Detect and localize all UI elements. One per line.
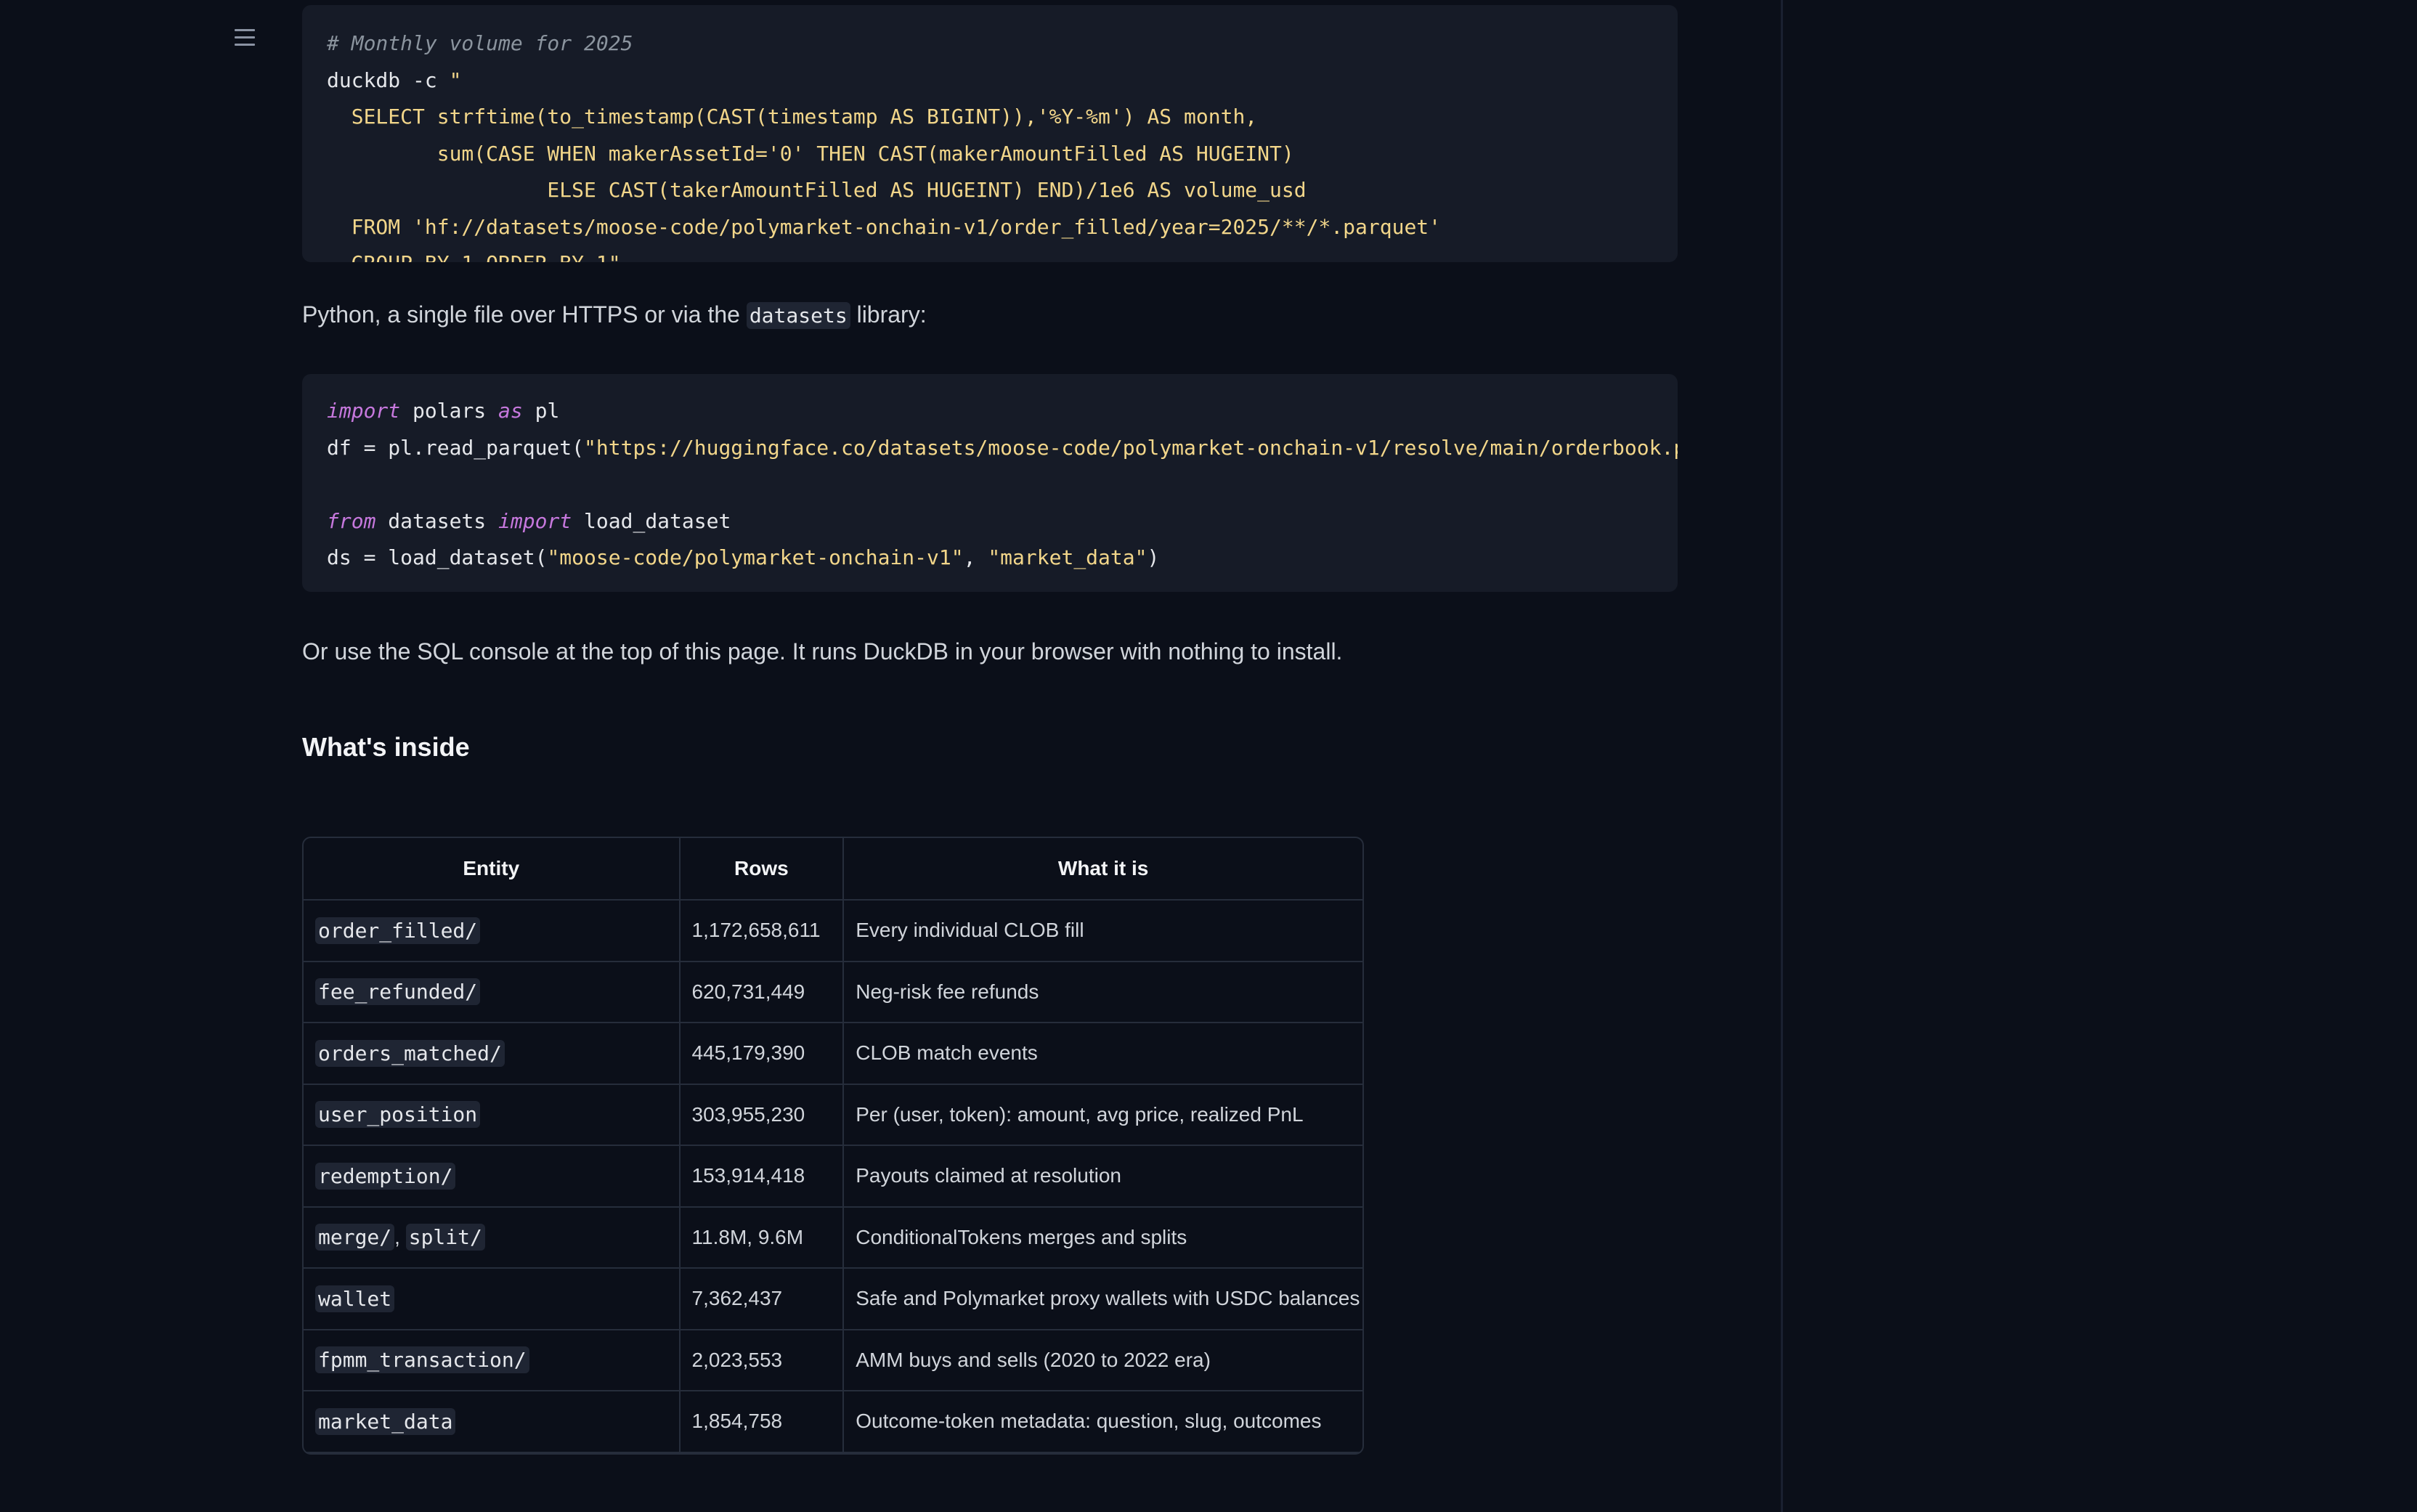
code-line: df = pl.read_parquet("https://huggingfac… [327, 430, 1678, 467]
code-line: FROM 'hf://datasets/moose-code/polymarke… [327, 209, 1678, 246]
description-cell: Neg-risk fee refunds [844, 962, 1362, 1023]
entity-cell: user_position [304, 1084, 681, 1146]
code-line: from datasets import load_dataset [327, 503, 1678, 540]
entity-code: order_filled/ [315, 916, 481, 944]
page-divider [1781, 0, 1783, 1512]
code-token: sum(CASE WHEN makerAssetId='0' THEN CAST… [327, 141, 1294, 166]
menu-icon[interactable] [235, 29, 255, 51]
entity-cell: wallet [304, 1269, 681, 1330]
entity-cell: market_data [304, 1391, 681, 1453]
table-row: order_filled/1,172,658,611 Every individu… [304, 901, 1362, 962]
description-cell: CLOB match events [844, 1023, 1362, 1085]
entity-cell: fee_refunded/ [304, 962, 681, 1023]
code-token: from [327, 508, 376, 533]
entity-code: fee_refunded/ [315, 978, 481, 1006]
table-row: merge/, split/11.8M, 9.6M ConditionalToke… [304, 1207, 1362, 1269]
table-row: fee_refunded/620,731,449 Neg-risk fee ref… [304, 962, 1362, 1023]
rows-cell: 620,731,449 [680, 962, 845, 1023]
entity-code: orders_matched/ [315, 1039, 505, 1067]
table-row: redemption/153,914,418 Payouts claimed at… [304, 1146, 1362, 1208]
section-heading: What's inside [302, 732, 470, 762]
entity-code: fpmm_transaction/ [315, 1346, 529, 1374]
code-token: SELECT strftime(to_timestamp(CAST(timest… [327, 105, 1258, 129]
code-line: SELECT strftime(to_timestamp(CAST(timest… [327, 99, 1678, 136]
table-row: wallet 7,362,437 Safe and Polymarket proxy… [304, 1269, 1362, 1330]
code-token: import [327, 399, 401, 423]
entities-table: Entity Rows What it is order_filled/1,17… [302, 837, 1364, 1455]
code-line: duckdb -c " [327, 62, 1678, 99]
entity-code: split/ [405, 1224, 485, 1251]
rows-cell: 11.8M, 9.6M [680, 1207, 845, 1269]
entity-code: wallet [315, 1285, 395, 1312]
code-token: load_dataset [572, 508, 731, 533]
column-header-description: What it is [844, 838, 1362, 901]
code-line: # Monthly volume for 2025 [327, 25, 1678, 62]
code-token: "market_data" [988, 545, 1147, 569]
table-row: market_data 1,854,758 Outcome-token metada… [304, 1391, 1362, 1453]
sql-console-paragraph: Or use the SQL console at the top of thi… [302, 638, 1343, 664]
code-block-duckdb[interactable]: # Monthly volume for 2025 duckdb -c " SEL… [302, 5, 1678, 262]
rows-cell: 445,179,390 [680, 1023, 845, 1085]
rows-cell: 303,955,230 [680, 1084, 845, 1146]
table-row: fpmm_transaction/2,023,553 AMM buys and s… [304, 1330, 1362, 1391]
code-token: FROM 'hf://datasets/moose-code/polymarke… [327, 214, 1442, 239]
python-paragraph: Python, a single file over HTTPS or via … [302, 301, 927, 329]
entity-code: merge/ [315, 1224, 395, 1251]
code-token: datasets [375, 508, 499, 533]
rows-cell: 1,172,658,611 [680, 901, 845, 962]
code-token: " [449, 68, 462, 92]
rows-cell: 1,854,758 [680, 1391, 845, 1453]
code-line [327, 466, 1678, 503]
code-token: polars [400, 399, 499, 423]
code-token: ds = load_dataset( [327, 545, 548, 569]
description-cell: Per (user, token): amount, avg price, re… [844, 1085, 1362, 1146]
code-token: ELSE CAST(takerAmountFilled AS HUGEINT) … [327, 178, 1307, 202]
code-line: import polars as pl [327, 393, 1678, 430]
rows-cell: 153,914,418 [680, 1146, 845, 1208]
readme-content: # Monthly volume for 2025 duckdb -c " SEL… [302, 0, 1678, 1455]
code-line: ds = load_dataset("moose-code/polymarket… [327, 540, 1678, 577]
code-line: GROUP BY 1 ORDER BY 1" [327, 245, 1678, 262]
code-line: sum(CASE WHEN makerAssetId='0' THEN CAST… [327, 136, 1678, 173]
rows-cell: 2,023,553 [680, 1330, 845, 1391]
entity-cell: merge/, split/ [304, 1207, 681, 1269]
code-token: "https://huggingface.co/datasets/moose-c… [584, 435, 1678, 460]
rows-cell: 7,362,437 [680, 1269, 845, 1330]
description-cell: Payouts claimed at resolution [844, 1146, 1362, 1208]
code-token: duckdb -c [327, 68, 450, 92]
code-token: GROUP BY 1 ORDER BY 1" [327, 251, 621, 262]
inline-code-datasets: datasets [746, 302, 850, 329]
description-cell: AMM buys and sells (2020 to 2022 era) [844, 1330, 1362, 1391]
column-header-rows: Rows [680, 838, 845, 901]
entity-code: market_data [315, 1407, 456, 1435]
code-token: pl [522, 399, 560, 423]
entity-cell: redemption/ [304, 1146, 681, 1208]
description-cell: ConditionalTokens merges and splits [844, 1208, 1362, 1269]
description-cell: Outcome-token metadata: question, slug, … [844, 1391, 1362, 1453]
entity-code: redemption/ [315, 1162, 456, 1190]
code-token: as [498, 399, 523, 423]
description-cell: Every individual CLOB fill [844, 901, 1362, 962]
table-header-row: Entity Rows What it is [304, 838, 1362, 901]
table-row: user_position 303,955,230 Per (user, token… [304, 1084, 1362, 1146]
entity-cell: fpmm_transaction/ [304, 1330, 681, 1391]
code-token: "moose-code/polymarket-onchain-v1" [547, 545, 964, 569]
description-cell: Safe and Polymarket proxy wallets with U… [844, 1269, 1362, 1330]
entity-cell: orders_matched/ [304, 1023, 681, 1085]
column-header-entity: Entity [304, 838, 681, 901]
code-token: import [498, 508, 572, 533]
code-token: , [963, 545, 988, 569]
code-token: # Monthly volume for 2025 [327, 31, 633, 55]
entity-code: user_position [315, 1101, 481, 1129]
table-row: orders_matched/445,179,390 CLOB match eve… [304, 1023, 1362, 1085]
code-token: ) [1147, 545, 1160, 569]
code-block-python[interactable]: import polars as pl df = pl.read_parquet(… [302, 374, 1678, 592]
code-token: df = pl.read_parquet( [327, 435, 585, 460]
code-line: ELSE CAST(takerAmountFilled AS HUGEINT) … [327, 172, 1678, 209]
entity-cell: order_filled/ [304, 901, 681, 962]
